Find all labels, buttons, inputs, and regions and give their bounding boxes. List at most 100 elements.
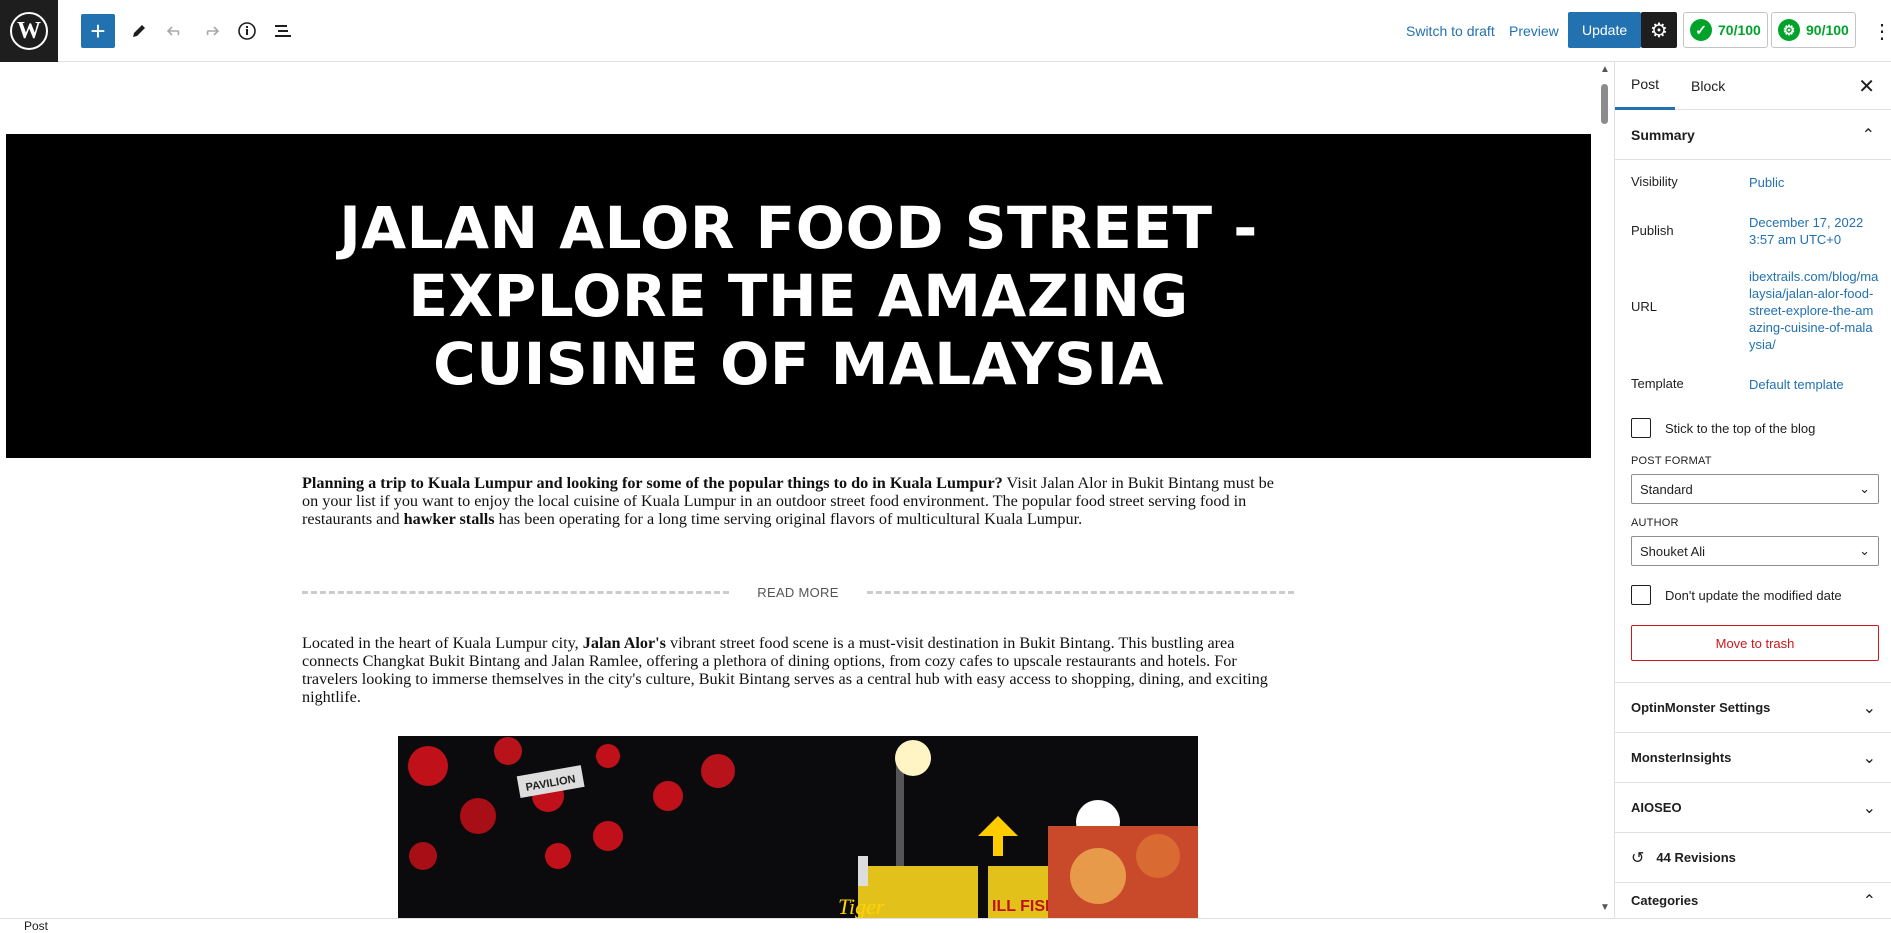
pencil-icon xyxy=(133,25,145,37)
optinmonster-heading: OptinMonster Settings xyxy=(1631,700,1771,715)
editor-toolbar: W + Switch to draft Preview Update ⚙ ✓ 70… xyxy=(0,0,1891,62)
redo-button[interactable] xyxy=(194,14,228,48)
update-label: Update xyxy=(1568,12,1642,48)
post-format-select[interactable]: Standard ⌄ xyxy=(1631,474,1879,504)
seo-score-icon: ✓ xyxy=(1690,19,1712,41)
info-icon xyxy=(238,22,256,40)
publish-date-button[interactable]: December 17, 2022 3:57 am UTC+0 xyxy=(1749,214,1879,248)
readability-score-button[interactable]: ⚙ 90/100 xyxy=(1771,12,1856,48)
seo-score-button[interactable]: ✓ 70/100 xyxy=(1683,12,1768,48)
list-view-button[interactable] xyxy=(266,14,300,48)
editor-canvas: JALAN ALOR FOOD STREET - EXPLORE THE AMA… xyxy=(0,62,1605,918)
url-value-button[interactable]: ibextrails.com/blog/malaysia/jalan-alor-… xyxy=(1749,268,1879,353)
publish-label: Publish xyxy=(1631,223,1674,238)
readability-score-icon: ⚙ xyxy=(1778,19,1800,41)
sidebar-tabs: Post Block ✕ xyxy=(1615,62,1891,110)
street-food-image[interactable]: PAVILION Tiger ILL FISH xyxy=(398,736,1198,918)
update-button[interactable]: Update xyxy=(1568,12,1642,48)
more-options-button[interactable]: ⋮ xyxy=(1872,14,1891,48)
template-value-button[interactable]: Default template xyxy=(1749,376,1879,393)
switch-to-draft-label: Switch to draft xyxy=(1406,23,1495,39)
stick-to-top-label: Stick to the top of the blog xyxy=(1665,420,1816,436)
intro-text-b: has been operating for a long time servi… xyxy=(494,510,1083,528)
stick-to-top-checkbox-row: Stick to the top of the blog xyxy=(1631,418,1815,438)
settings-sidebar: Post Block ✕ Summary ⌃ Visibility Public… xyxy=(1614,62,1891,918)
move-to-trash-button[interactable]: Move to trash xyxy=(1631,625,1879,661)
post-format-label: POST FORMAT xyxy=(1631,455,1712,467)
read-more-divider-right xyxy=(866,590,1294,594)
dont-update-date-checkbox-row: Don't update the modified date xyxy=(1631,585,1842,605)
breadcrumb-post[interactable]: Post xyxy=(24,919,48,933)
template-label: Template xyxy=(1631,376,1684,391)
location-text-a: Located in the heart of Kuala Lumpur cit… xyxy=(302,634,583,652)
paragraph-block-location[interactable]: Located in the heart of Kuala Lumpur cit… xyxy=(302,634,1292,706)
list-view-icon xyxy=(275,25,291,37)
fish-sign: ILL FISH xyxy=(992,898,1057,915)
seo-score-label: 70/100 xyxy=(1718,22,1761,38)
summary-heading: Summary xyxy=(1631,126,1695,143)
gear-icon: ⚙ xyxy=(1641,12,1677,48)
scroll-up-arrow-icon[interactable]: ▲ xyxy=(1600,64,1610,75)
chevron-down-icon: ⌄ xyxy=(1859,543,1870,558)
optinmonster-settings-panel[interactable]: OptinMonster Settings ⌄ xyxy=(1615,682,1891,732)
post-format-value: Standard xyxy=(1640,481,1693,497)
post-title[interactable]: JALAN ALOR FOOD STREET - EXPLORE THE AMA… xyxy=(299,194,1299,398)
post-title-cover[interactable]: JALAN ALOR FOOD STREET - EXPLORE THE AMA… xyxy=(6,134,1591,458)
monsterinsights-panel[interactable]: MonsterInsights ⌄ xyxy=(1615,732,1891,782)
author-label: AUTHOR xyxy=(1631,517,1679,529)
tab-post[interactable]: Post xyxy=(1615,62,1676,110)
dont-update-date-checkbox[interactable] xyxy=(1631,585,1651,605)
author-select[interactable]: Shouket Ali ⌄ xyxy=(1631,536,1879,566)
chevron-down-icon: ⌄ xyxy=(1862,799,1876,817)
close-icon[interactable]: ✕ xyxy=(1858,74,1875,99)
jalan-alor-link[interactable]: Jalan Alor's xyxy=(583,634,666,652)
switch-to-draft-button[interactable]: Switch to draft xyxy=(1406,14,1495,48)
categories-panel[interactable]: Categories ⌃ xyxy=(1615,882,1891,918)
stick-to-top-checkbox[interactable] xyxy=(1631,418,1651,438)
tiger-sign: Tiger xyxy=(838,894,885,918)
details-button[interactable] xyxy=(230,14,264,48)
hawker-stalls-link[interactable]: hawker stalls xyxy=(404,510,495,528)
wordpress-logo-button[interactable]: W xyxy=(0,0,58,62)
categories-heading: Categories xyxy=(1631,893,1699,908)
history-icon: ↺ xyxy=(1631,849,1645,867)
visibility-value-button[interactable]: Public xyxy=(1749,174,1879,191)
block-breadcrumb-bar: Post xyxy=(0,918,1891,933)
redo-icon xyxy=(206,26,220,36)
dont-update-date-label: Don't update the modified date xyxy=(1665,587,1842,603)
aioseo-heading: AIOSEO xyxy=(1631,800,1682,815)
settings-button[interactable]: ⚙ xyxy=(1641,12,1677,48)
chevron-down-icon: ⌄ xyxy=(1862,749,1876,767)
revisions-link[interactable]: ↺ 44 Revisions xyxy=(1615,832,1891,882)
chevron-up-icon: ⌃ xyxy=(1862,892,1876,910)
preview-label: Preview xyxy=(1509,23,1559,39)
chevron-up-icon: ⌃ xyxy=(1861,126,1875,144)
revisions-label: 44 Revisions xyxy=(1656,850,1736,865)
paragraph-block-intro[interactable]: Planning a trip to Kuala Lumpur and look… xyxy=(302,474,1292,528)
chevron-down-icon: ⌄ xyxy=(1862,699,1876,717)
monsterinsights-heading: MonsterInsights xyxy=(1631,750,1732,765)
visibility-label: Visibility xyxy=(1631,174,1678,189)
street-photo-illustration: PAVILION Tiger ILL FISH xyxy=(398,736,1198,918)
preview-button[interactable]: Preview xyxy=(1509,14,1559,48)
undo-button[interactable] xyxy=(158,14,192,48)
kebab-menu-icon: ⋮ xyxy=(1872,20,1891,43)
add-block-button[interactable]: + xyxy=(81,14,115,48)
scrollbar-thumb[interactable] xyxy=(1601,84,1608,124)
chevron-down-icon: ⌄ xyxy=(1859,481,1870,496)
edit-tools-button[interactable] xyxy=(122,14,156,48)
summary-panel-toggle[interactable]: Summary ⌃ xyxy=(1615,110,1891,160)
author-value: Shouket Ali xyxy=(1640,543,1706,559)
tab-block[interactable]: Block xyxy=(1675,62,1741,110)
undo-icon xyxy=(166,26,180,36)
url-label: URL xyxy=(1631,299,1658,314)
wordpress-logo-icon: W xyxy=(10,12,48,50)
editor-scrollbar[interactable]: ▲ ▼ xyxy=(1592,62,1610,918)
read-more-block[interactable]: READ MORE xyxy=(302,582,1294,602)
read-more-divider-left xyxy=(302,590,730,594)
read-more-label: READ MORE xyxy=(757,584,839,600)
readability-score-label: 90/100 xyxy=(1806,22,1849,38)
intro-bold-text: Planning a trip to Kuala Lumpur and look… xyxy=(302,474,1003,492)
aioseo-panel[interactable]: AIOSEO ⌄ xyxy=(1615,782,1891,832)
scroll-down-arrow-icon[interactable]: ▼ xyxy=(1600,902,1610,913)
